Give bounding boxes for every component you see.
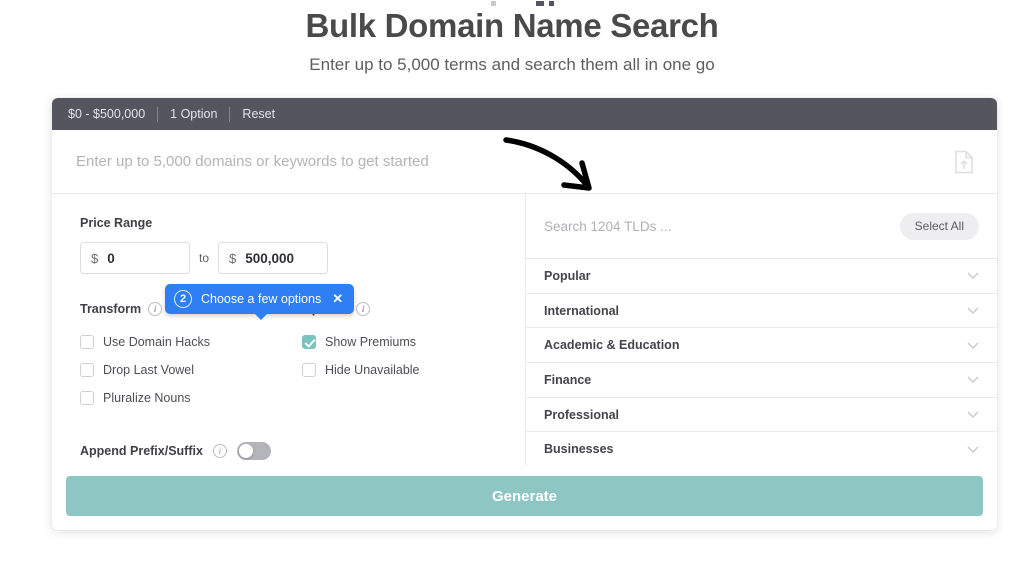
generate-button[interactable]: Generate xyxy=(66,476,983,516)
filter-summary-toolbar: $0 - $500,000 1 Option Reset xyxy=(52,98,997,130)
price-range-label: Price Range xyxy=(80,216,153,230)
chevron-down-icon[interactable] xyxy=(967,446,979,453)
toolbar-reset-button[interactable]: Reset xyxy=(242,107,275,121)
card-body: Price Range $ to $ xyxy=(52,194,997,466)
close-icon[interactable]: ✕ xyxy=(332,291,343,307)
checkbox-box[interactable] xyxy=(80,391,94,405)
checkbox-use-domain-hacks[interactable]: Use Domain Hacks xyxy=(80,328,302,356)
tld-category-professional[interactable]: Professional xyxy=(526,397,997,433)
page-subtitle: Enter up to 5,000 terms and search them … xyxy=(309,55,715,74)
top-edge-artifact xyxy=(491,1,554,6)
onboarding-tooltip: 2 Choose a few options ✕ xyxy=(165,284,355,320)
checkbox-pluralize-nouns[interactable]: Pluralize Nouns xyxy=(80,384,302,412)
checkbox-label: Show Premiums xyxy=(325,335,416,349)
transform-checkbox-list: Use Domain Hacks Drop Last Vowel Plurali… xyxy=(80,328,302,412)
toolbar-price-summary[interactable]: $0 - $500,000 xyxy=(68,107,145,121)
checkbox-box[interactable] xyxy=(80,335,94,349)
checkbox-show-premiums[interactable]: Show Premiums xyxy=(302,328,501,356)
page-title: Bulk Domain Name Search xyxy=(305,7,719,44)
price-max-input[interactable] xyxy=(245,250,318,266)
options-checkbox-list: Show Premiums Hide Unavailable xyxy=(302,328,501,384)
append-prefix-suffix-label: Append Prefix/Suffix xyxy=(80,444,203,458)
tld-category-popular[interactable]: Popular xyxy=(526,259,997,294)
page-header: Bulk Domain Name Search Enter up to 5,00… xyxy=(0,0,1024,78)
tld-pane: Select All Popular International Academi… xyxy=(526,194,997,466)
checkbox-drop-last-vowel[interactable]: Drop Last Vowel xyxy=(80,356,302,384)
checkbox-box[interactable] xyxy=(80,363,94,377)
page-root: Bulk Domain Name Search Enter up to 5,00… xyxy=(0,0,1024,571)
price-min-box[interactable]: $ xyxy=(80,242,190,274)
category-label: Finance xyxy=(544,372,592,387)
checkbox-hide-unavailable[interactable]: Hide Unavailable xyxy=(302,356,501,384)
filters-pane: Price Range $ to $ xyxy=(52,194,526,466)
append-prefix-suffix-row: Append Prefix/Suffix i xyxy=(80,442,501,460)
tooltip-step-number: 2 xyxy=(174,290,192,308)
price-range-separator: to xyxy=(199,251,210,265)
info-icon[interactable]: i xyxy=(212,444,227,458)
chevron-down-icon[interactable] xyxy=(967,411,979,419)
main-search-input[interactable] xyxy=(76,153,953,170)
filter-columns: Transform i Use Domain Hacks Drop Last V… xyxy=(80,302,501,412)
tld-category-list: Popular International Academic & Educati… xyxy=(526,259,997,466)
card-footer: Generate xyxy=(52,466,997,530)
checkbox-label: Drop Last Vowel xyxy=(103,363,195,377)
checkbox-label: Hide Unavailable xyxy=(325,363,420,377)
tld-search-row: Select All xyxy=(526,194,997,259)
category-label: Academic & Education xyxy=(544,338,680,353)
toolbar-divider xyxy=(229,106,231,122)
category-label: Popular xyxy=(544,268,591,283)
info-icon[interactable]: i xyxy=(356,302,371,316)
chevron-down-icon[interactable] xyxy=(967,307,979,315)
select-all-button[interactable]: Select All xyxy=(899,212,979,240)
append-prefix-suffix-toggle[interactable] xyxy=(236,442,271,460)
toolbar-divider xyxy=(157,106,159,122)
options-column: Options i Show Premiums Hide Unavailable xyxy=(302,302,501,412)
file-upload-icon[interactable] xyxy=(953,150,975,174)
currency-symbol-max: $ xyxy=(229,250,237,266)
toolbar-option-count[interactable]: 1 Option xyxy=(170,107,217,121)
search-card: $0 - $500,000 1 Option Reset Price Range xyxy=(52,98,997,530)
price-min-input[interactable] xyxy=(107,250,179,266)
tooltip-text: Choose a few options xyxy=(201,292,322,306)
checkbox-box[interactable] xyxy=(302,363,316,377)
toggle-knob xyxy=(238,444,253,458)
info-icon[interactable]: i xyxy=(148,302,163,316)
checkbox-box[interactable] xyxy=(302,335,316,349)
tld-search-input[interactable] xyxy=(544,218,900,234)
checkbox-label: Pluralize Nouns xyxy=(103,391,191,405)
tld-category-academic-education[interactable]: Academic & Education xyxy=(526,328,997,364)
price-range-label-row: Price Range xyxy=(80,216,501,230)
chevron-down-icon[interactable] xyxy=(967,376,979,384)
transform-label: Transform xyxy=(80,302,142,316)
price-max-box[interactable]: $ xyxy=(218,242,329,274)
currency-symbol-min: $ xyxy=(91,250,99,266)
tld-category-finance[interactable]: Finance xyxy=(526,363,997,398)
category-label: International xyxy=(544,303,620,318)
chevron-down-icon[interactable] xyxy=(967,342,979,349)
category-label: Professional xyxy=(544,407,620,422)
main-search-row xyxy=(52,130,997,194)
chevron-down-icon[interactable] xyxy=(967,272,979,280)
tld-category-businesses[interactable]: Businesses xyxy=(526,432,997,466)
checkbox-label: Use Domain Hacks xyxy=(103,335,210,349)
category-label: Businesses xyxy=(544,442,614,457)
price-range-row: $ to $ xyxy=(80,242,501,274)
transform-column: Transform i Use Domain Hacks Drop Last V… xyxy=(80,302,302,412)
tld-category-international[interactable]: International xyxy=(526,293,997,329)
